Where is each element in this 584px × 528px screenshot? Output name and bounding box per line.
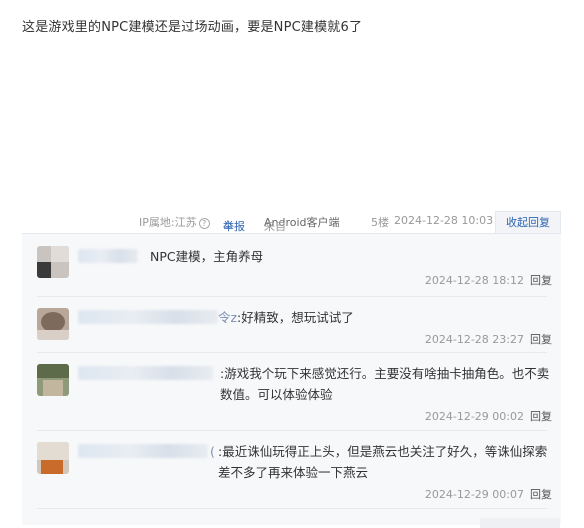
reply-meta: 2024-12-28 18:12 回复 (425, 272, 552, 288)
floor-number: 5楼 (371, 216, 389, 229)
reply-time: 2024-12-28 18:12 (424, 274, 524, 287)
report-label: 举报 (223, 220, 245, 233)
reply-text: :游戏我个玩下来感觉还行。主要没有啥抽卡抽角色。也不卖数值。可以体验体验 (220, 366, 550, 402)
reply-time: 2024-12-29 00:02 (424, 410, 524, 423)
username-tail[interactable]: 令z (218, 307, 237, 328)
reply-time: 2024-12-28 23:27 (424, 333, 524, 346)
avatar[interactable] (37, 246, 69, 278)
reply-meta: 2024-12-29 00:07 回复 (425, 486, 552, 502)
avatar[interactable] (37, 442, 69, 474)
divider (37, 296, 547, 297)
avatar[interactable] (37, 364, 69, 396)
reply-button[interactable]: 回复 (530, 410, 552, 423)
reply-text: NPC建模，主角养母 (150, 249, 264, 264)
post-source: 来自 Android客户端 (264, 216, 340, 233)
help-icon[interactable]: ? (198, 218, 210, 229)
username-tail[interactable]: ( (210, 441, 215, 462)
divider (37, 430, 547, 431)
reply-button[interactable]: 回复 (530, 274, 552, 287)
reply-time: 2024-12-29 00:07 (424, 488, 524, 501)
post-time: 2024-12-28 10:03 (394, 214, 494, 227)
reply-text: :好精致，想玩试试了 (237, 310, 354, 325)
avatar[interactable] (37, 308, 69, 340)
post-content: 这是游戏里的NPC建模还是过场动画，要是NPC建模就6了 (22, 20, 363, 35)
ip-location: IP属地:江苏? (139, 214, 210, 230)
reply-list: NPC建模，主角养母 2024-12-28 18:12 回复 令z :好精致，想玩… (22, 233, 561, 528)
reply-button[interactable]: 回复 (530, 333, 552, 346)
username-blurred[interactable] (78, 366, 213, 380)
username-blurred[interactable] (78, 310, 218, 324)
pagination-hint (480, 518, 560, 528)
username-blurred[interactable] (78, 249, 138, 263)
reply-meta: 2024-12-29 00:02 回复 (425, 408, 552, 424)
collapse-replies-button[interactable]: 收起回复 (495, 211, 561, 233)
divider (37, 352, 547, 353)
reply-meta: 2024-12-28 23:27 回复 (425, 331, 552, 347)
username-blurred[interactable] (78, 444, 208, 458)
reply-button[interactable]: 回复 (530, 488, 552, 501)
reply-text: :最近诛仙玩得正上头，但是燕云也关注了好久，等诛仙探索差不多了再来体验一下燕云 (218, 444, 548, 480)
divider (37, 508, 547, 509)
